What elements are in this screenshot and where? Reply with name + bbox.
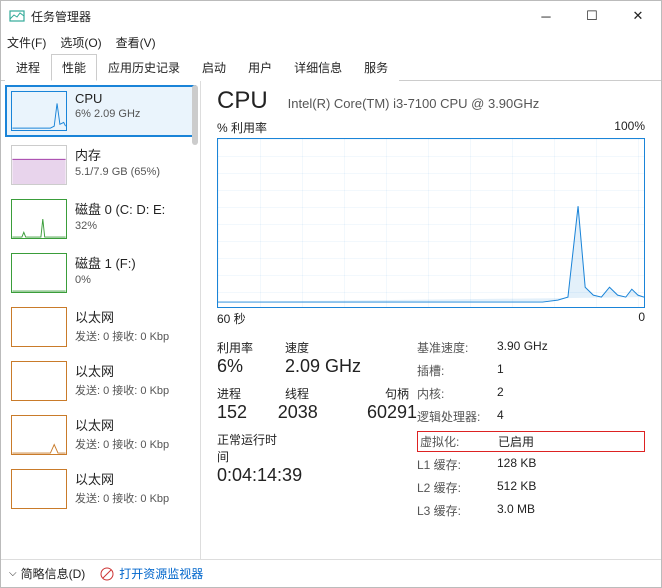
cpu-chart [217,138,645,308]
menu-options[interactable]: 选项(O) [60,34,101,51]
resource-monitor-icon [99,566,115,582]
page-title: CPU [217,87,268,115]
chevron-down-icon[interactable]: ⌵ [9,568,17,579]
sidebar[interactable]: CPU6% 2.09 GHz 内存5.1/7.9 GB (65%) 磁盘 0 (… [1,81,201,561]
stat-utilization: 6% [217,356,285,377]
virtualization-highlight: 虚拟化:已启用 [417,431,645,452]
sidebar-item-disk1[interactable]: 磁盘 1 (F:)0% [5,247,196,299]
app-icon [9,8,25,24]
sidebar-item-eth1[interactable]: 以太网发送: 0 接收: 0 Kbp [5,355,196,407]
stat-handles: 60291 [367,402,417,423]
sidebar-item-disk0[interactable]: 磁盘 0 (C: D: E:32% [5,193,196,245]
stat-speed: 2.09 GHz [285,356,385,377]
window-title: 任务管理器 [31,8,91,25]
tab-processes[interactable]: 进程 [5,54,51,81]
tab-apphistory[interactable]: 应用历史记录 [97,54,191,81]
menu-file[interactable]: 文件(F) [7,34,46,51]
sidebar-item-eth3[interactable]: 以太网发送: 0 接收: 0 Kbp [5,463,196,515]
tab-performance[interactable]: 性能 [51,54,97,81]
close-button[interactable]: ✕ [615,1,661,31]
cpu-model: Intel(R) Core(TM) i3-7100 CPU @ 3.90GHz [288,96,540,111]
tab-startup[interactable]: 启动 [191,54,237,81]
tab-users[interactable]: 用户 [237,54,283,81]
minimize-button[interactable]: ─ [523,1,569,31]
fewer-details-button[interactable]: 简略信息(D) [21,565,86,582]
menu-view[interactable]: 查看(V) [116,34,156,51]
sidebar-item-cpu[interactable]: CPU6% 2.09 GHz [5,85,196,137]
stat-processes: 152 [217,402,278,423]
stat-uptime: 0:04:14:39 [217,465,285,486]
maximize-button[interactable]: ☐ [569,1,615,31]
sidebar-item-eth2[interactable]: 以太网发送: 0 接收: 0 Kbp [5,409,196,461]
sidebar-label: CPU [75,91,140,106]
sidebar-item-memory[interactable]: 内存5.1/7.9 GB (65%) [5,139,196,191]
sidebar-item-eth0[interactable]: 以太网发送: 0 接收: 0 Kbp [5,301,196,353]
stat-threads: 2038 [278,402,367,423]
tab-services[interactable]: 服务 [353,54,399,81]
open-resource-monitor-link[interactable]: 打开资源监视器 [119,565,203,582]
tab-details[interactable]: 详细信息 [283,54,353,81]
main-panel: CPU Intel(R) Core(TM) i3-7100 CPU @ 3.90… [201,81,661,561]
